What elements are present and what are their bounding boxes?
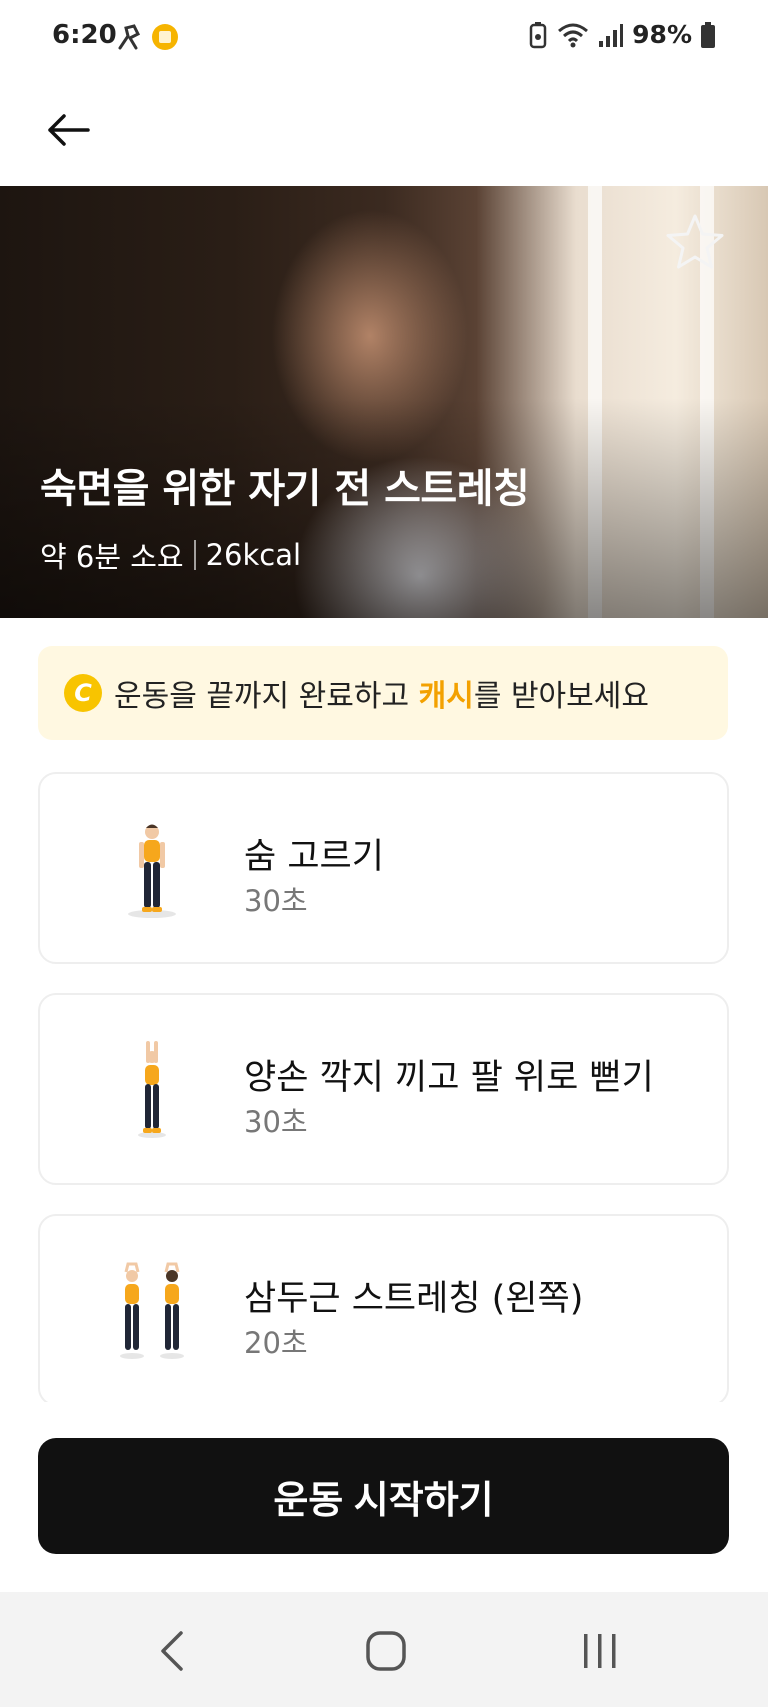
exercise-figure-icon: [138, 1041, 166, 1138]
exercise-duration: 30초: [244, 1105, 308, 1139]
system-nav-bar: [0, 1592, 768, 1707]
status-time: 6:20: [52, 20, 117, 50]
status-right: 98%: [528, 20, 716, 49]
signal-icon: [599, 23, 624, 47]
exercise-figure-icon: [128, 824, 176, 918]
workout-calories: 26kcal: [205, 538, 302, 572]
cash-coin-icon: C: [64, 674, 102, 712]
workout-meta: 약 6분 소요 26kcal: [40, 534, 301, 576]
nav-recents-icon: [584, 1634, 616, 1668]
running-app-icon: [118, 24, 141, 50]
cash-app-icon: [152, 24, 178, 50]
exercise-duration: 20초: [244, 1326, 308, 1360]
nav-back-button[interactable]: [142, 1626, 202, 1676]
hero-banner: 숙면을 위한 자기 전 스트레칭 약 6분 소요 26kcal: [0, 186, 768, 618]
workout-title: 숙면을 위한 자기 전 스트레칭: [40, 466, 530, 512]
exercise-card[interactable]: 양손 깍지 끼고 팔 위로 뻗기 30초: [38, 993, 729, 1185]
favorite-button[interactable]: [664, 212, 726, 274]
battery-icon: [701, 21, 715, 48]
battery-percent: 98%: [632, 20, 692, 49]
exercise-name: 양손 깍지 끼고 팔 위로 뻗기: [244, 1058, 654, 1098]
back-button[interactable]: [38, 100, 98, 160]
cash-highlight: 캐시: [418, 679, 474, 714]
exercise-list[interactable]: 숨 고르기 30초 양손 깍지 끼고 팔 위로 뻗기 30초 삼두근 스트레칭 …: [0, 770, 768, 1402]
cash-text-before: 운동을 끝까지 완료하고: [114, 679, 419, 714]
exercise-name: 삼두근 스트레칭 (왼쪽): [244, 1279, 584, 1319]
cash-reward-banner: C 운동을 끝까지 완료하고 캐시를 받아보세요: [38, 646, 728, 740]
battery-saver-icon: [529, 21, 547, 48]
workout-duration: 약 6분 소요: [40, 540, 184, 574]
start-workout-button[interactable]: 운동 시작하기: [38, 1438, 729, 1554]
star-outline-icon: [666, 214, 724, 269]
arrow-left-icon: [48, 114, 90, 146]
cash-text-after: 를 받아보세요: [473, 679, 649, 714]
nav-recents-button[interactable]: [570, 1626, 630, 1676]
nav-home-icon: [366, 1631, 406, 1671]
exercise-card[interactable]: 숨 고르기 30초: [38, 772, 729, 964]
cash-banner-text: 운동을 끝까지 완료하고 캐시를 받아보세요: [114, 671, 649, 715]
exercise-duration: 30초: [244, 884, 308, 918]
nav-back-icon: [161, 1631, 183, 1671]
nav-home-button[interactable]: [356, 1626, 416, 1676]
app-header: [0, 80, 768, 186]
exercise-card[interactable]: 삼두근 스트레칭 (왼쪽) 20초: [38, 1214, 729, 1402]
exercise-name: 숨 고르기: [244, 837, 384, 877]
status-bar: 6:20 98%: [0, 0, 768, 80]
meta-divider: [193, 540, 196, 570]
exercise-figure-icon: [120, 1262, 184, 1359]
notification-icons: [116, 22, 180, 52]
wifi-icon: [558, 23, 589, 47]
